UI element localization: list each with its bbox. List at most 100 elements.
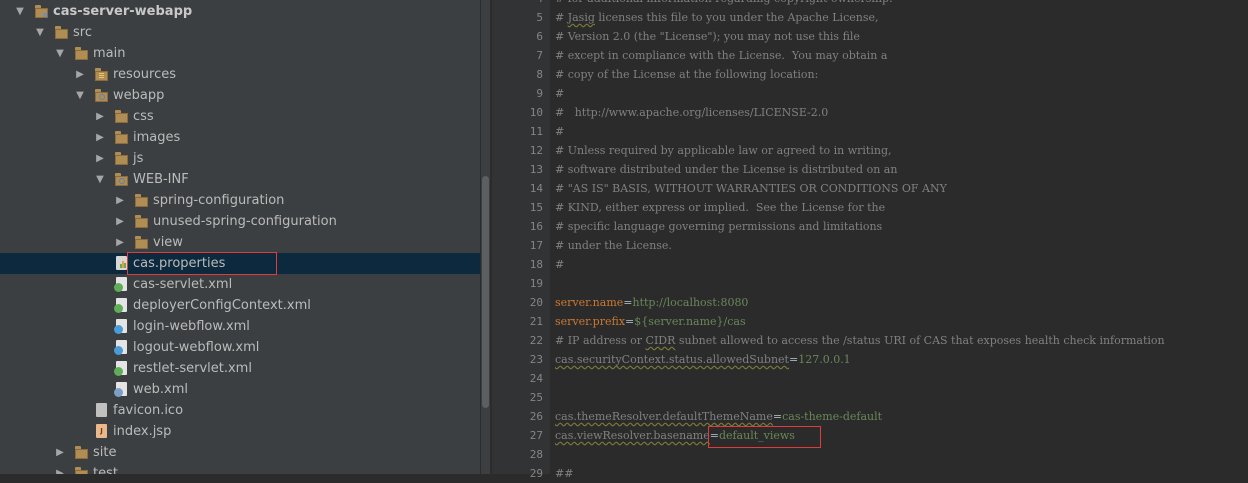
collapsed-arrow-icon[interactable]: ▶ bbox=[53, 442, 67, 463]
code-text: Jasig bbox=[567, 11, 595, 24]
property-value: http://localhost:8080 bbox=[632, 296, 749, 309]
tree-item-images[interactable]: ▶ images bbox=[0, 127, 480, 148]
line-number: 20 bbox=[529, 296, 543, 309]
collapsed-arrow-icon[interactable]: ▶ bbox=[113, 190, 127, 211]
code-line[interactable]: cas.themeResolver.defaultThemeName=cas-t… bbox=[555, 407, 882, 426]
line-number: 26 bbox=[529, 410, 543, 423]
expanded-arrow-icon[interactable]: ▼ bbox=[13, 1, 27, 22]
tree-item-restlet-servlet-xml[interactable]: restlet-servlet.xml bbox=[0, 358, 480, 379]
code-line[interactable]: # http://www.apache.org/licenses/LICENSE… bbox=[555, 103, 828, 122]
tree-item-label: test bbox=[93, 466, 118, 474]
collapsed-arrow-icon[interactable]: ▶ bbox=[73, 64, 87, 85]
tree-item-web-xml[interactable]: web.xml bbox=[0, 379, 480, 400]
collapsed-arrow-icon[interactable]: ▶ bbox=[53, 463, 67, 474]
code-line[interactable]: # IP address or CIDR subnet allowed to a… bbox=[555, 331, 1165, 350]
tree-item-favicon-ico[interactable]: favicon.ico bbox=[0, 400, 480, 421]
jsp-file-icon: J bbox=[94, 424, 110, 439]
code-line[interactable]: # software distributed under the License… bbox=[555, 160, 897, 179]
tree-item-web-inf[interactable]: ▼ WEB-INF bbox=[0, 169, 480, 190]
line-number-gutter: 4 5 6 7 8 9 10 11 12 13 14 15 16 17 18 19 20 21 22 23 24 25 26… bbox=[492, 0, 550, 480]
tree-item-label: cas-server-webapp bbox=[53, 4, 193, 19]
line-number: 17 bbox=[529, 239, 543, 252]
expanded-arrow-icon[interactable]: ▼ bbox=[73, 85, 87, 106]
code-text: # under the License. bbox=[555, 239, 672, 252]
tree-item-login-webflow-xml[interactable]: login-webflow.xml bbox=[0, 316, 480, 337]
code-line[interactable]: # under the License. bbox=[555, 236, 672, 255]
property-value: 127.0.0.1 bbox=[798, 353, 851, 366]
scrollbar-thumb[interactable] bbox=[482, 176, 489, 408]
code-text: # bbox=[555, 87, 565, 100]
collapsed-arrow-icon[interactable]: ▶ bbox=[113, 232, 127, 253]
project-tree[interactable]: ▼ cas-server-webapp ▼ src ▼ main ▶ resources ▼ we… bbox=[0, 0, 480, 474]
tree-item-webapp[interactable]: ▼ webapp bbox=[0, 85, 480, 106]
folder-icon bbox=[74, 445, 90, 460]
tree-item-deployerconfigcontext-xml[interactable]: deployerConfigContext.xml bbox=[0, 295, 480, 316]
code-line[interactable]: # Version 2.0 (the "License"); you may n… bbox=[555, 27, 860, 46]
code-line[interactable]: # KIND, either express or implied. See t… bbox=[555, 198, 885, 217]
highlight-box-cas-properties bbox=[127, 252, 277, 275]
tree-item-label: favicon.ico bbox=[113, 403, 184, 418]
tree-item-logout-webflow-xml[interactable]: logout-webflow.xml bbox=[0, 337, 480, 358]
tree-item-label: WEB-INF bbox=[133, 172, 189, 187]
tree-item-test[interactable]: ▶ test bbox=[0, 463, 480, 474]
tree-item-view[interactable]: ▶ view bbox=[0, 232, 480, 253]
code-line[interactable]: # for additional information regarding c… bbox=[555, 0, 893, 8]
code-text: = bbox=[788, 353, 799, 366]
code-line[interactable]: # bbox=[555, 255, 564, 274]
code-text: # copy of the License at the following l… bbox=[555, 68, 819, 81]
code-line[interactable]: # copy of the License at the following l… bbox=[555, 65, 818, 84]
project-tree-scrollbar[interactable] bbox=[481, 0, 490, 474]
tree-item-label: images bbox=[133, 130, 181, 145]
tree-item-spring-configuration[interactable]: ▶ spring-configuration bbox=[0, 190, 480, 211]
property-value: cas-theme-default bbox=[782, 410, 883, 423]
tree-item-label: main bbox=[93, 46, 126, 61]
expanded-arrow-icon[interactable]: ▼ bbox=[33, 22, 47, 43]
code-text: # "AS IS" BASIS, WITHOUT WARRANTIES OR C… bbox=[555, 182, 947, 195]
folder-icon bbox=[114, 109, 130, 124]
code-line[interactable]: # Jasig licenses this file to you under … bbox=[555, 8, 878, 27]
code-line[interactable]: # "AS IS" BASIS, WITHOUT WARRANTIES OR C… bbox=[555, 179, 947, 198]
collapsed-arrow-icon[interactable]: ▶ bbox=[93, 127, 107, 148]
tree-item-cas-server-webapp[interactable]: ▼ cas-server-webapp bbox=[0, 1, 480, 22]
code-line[interactable]: # Unless required by applicable law or a… bbox=[555, 141, 892, 160]
collapsed-arrow-icon[interactable]: ▶ bbox=[113, 211, 127, 232]
tree-item-main[interactable]: ▼ main bbox=[0, 43, 480, 64]
folder-icon bbox=[74, 46, 90, 61]
tree-item-site[interactable]: ▶ site bbox=[0, 442, 480, 463]
line-number: 24 bbox=[529, 372, 543, 385]
tree-item-js[interactable]: ▶ js bbox=[0, 148, 480, 169]
collapsed-arrow-icon[interactable]: ▶ bbox=[93, 106, 107, 127]
tree-item-resources[interactable]: ▶ resources bbox=[0, 64, 480, 85]
code-line[interactable]: # bbox=[555, 84, 564, 103]
line-number: 28 bbox=[529, 448, 543, 461]
line-number: 19 bbox=[529, 277, 543, 290]
folder-icon bbox=[134, 235, 150, 250]
code-line[interactable]: server.prefix=${server.name}/cas bbox=[555, 312, 746, 331]
folder-icon bbox=[134, 193, 150, 208]
code-text: # Unless required by applicable law or a… bbox=[555, 144, 892, 157]
tree-item-cas-servlet-xml[interactable]: cas-servlet.xml bbox=[0, 274, 480, 295]
tree-item-label: unused-spring-configuration bbox=[153, 214, 337, 229]
code-text: # KIND, either express or implied. See t… bbox=[555, 201, 886, 214]
tree-item-css[interactable]: ▶ css bbox=[0, 106, 480, 127]
tree-item-unused-spring-configuration[interactable]: ▶ unused-spring-configuration bbox=[0, 211, 480, 232]
tree-item-src[interactable]: ▼ src bbox=[0, 22, 480, 43]
code-editor[interactable]: # for additional information regarding c… bbox=[550, 0, 1248, 480]
code-line[interactable]: # except in compliance with the License.… bbox=[555, 46, 887, 65]
expanded-arrow-icon[interactable]: ▼ bbox=[93, 169, 107, 190]
line-number: 13 bbox=[529, 163, 543, 176]
collapsed-arrow-icon[interactable]: ▶ bbox=[93, 148, 107, 169]
code-text: # except in compliance with the License.… bbox=[555, 49, 888, 62]
code-line[interactable]: server.name=http://localhost:8080 bbox=[555, 293, 748, 312]
line-number: 8 bbox=[536, 68, 543, 81]
code-line[interactable]: # specific language governing permission… bbox=[555, 217, 882, 236]
property-key: server.name bbox=[555, 296, 624, 309]
tree-item-index-jsp[interactable]: Jindex.jsp bbox=[0, 421, 480, 442]
code-line[interactable]: # bbox=[555, 122, 564, 141]
code-text: # bbox=[555, 258, 565, 271]
expanded-arrow-icon[interactable]: ▼ bbox=[53, 43, 67, 64]
code-line[interactable]: cas.securityContext.status.allowedSubnet… bbox=[555, 350, 851, 369]
line-number: 23 bbox=[529, 353, 543, 366]
line-number: 4 bbox=[513, 0, 550, 8]
web-folder-icon bbox=[114, 172, 130, 187]
